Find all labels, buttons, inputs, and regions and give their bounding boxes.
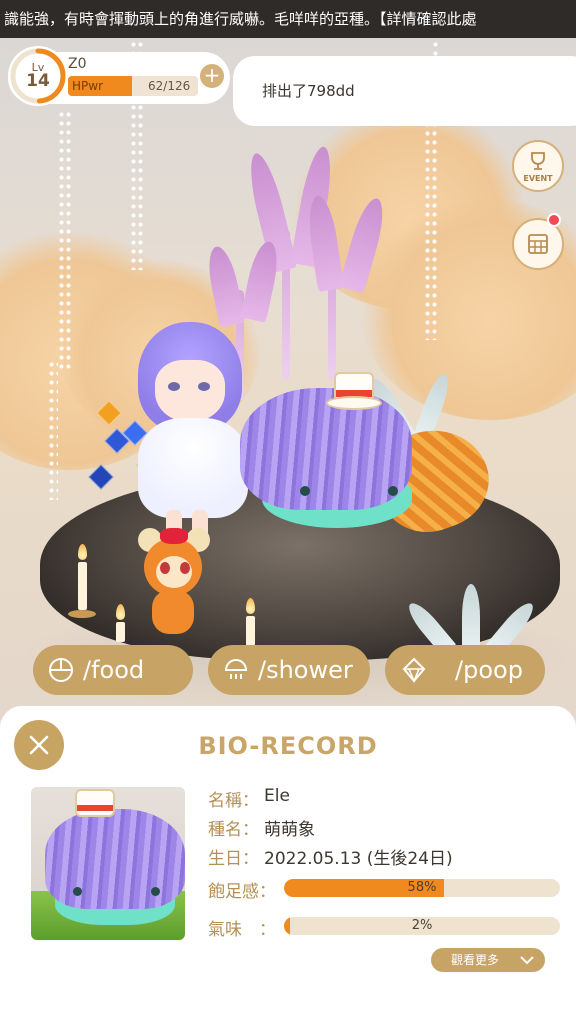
trophy-icon: [531, 151, 545, 170]
bubble-stream: [58, 110, 72, 370]
girl-character-dress: [138, 418, 248, 518]
level-number: 14: [26, 71, 50, 91]
command-shower-button[interactable]: /shower: [208, 645, 370, 695]
agave-leaf: [462, 584, 480, 650]
candle-flame: [246, 598, 255, 614]
news-ticker[interactable]: 識能強，有時會揮動頭上的角進行威嚇。毛咩咩的亞種。【詳情確認此處: [0, 0, 576, 38]
candle: [78, 562, 87, 610]
name-value: Ele: [264, 786, 290, 806]
bubble-stream: [48, 360, 58, 500]
portrait-eye: [151, 887, 160, 896]
panel-title: BIO-RECORD: [198, 732, 378, 760]
species-value: 萌萌象: [264, 820, 315, 840]
poop-icon: [402, 657, 426, 684]
plant-leaf: [240, 239, 283, 323]
monkey-character-body: [152, 590, 194, 634]
satiety-label: 飽足感：: [208, 882, 276, 902]
see-more-button[interactable]: 觀看更多: [431, 948, 545, 972]
portrait-elephant-hair: [45, 809, 185, 909]
top-hat-brim: [326, 396, 382, 410]
name-label: 名稱：: [208, 791, 259, 811]
pet-elephant-hair[interactable]: [240, 388, 412, 510]
command-food-label: /food: [83, 656, 145, 684]
birthday-label: 生日：: [208, 849, 259, 869]
player-name: Z0: [68, 56, 87, 72]
level-badge[interactable]: Lv 14: [8, 46, 68, 106]
smell-percent: 2%: [411, 918, 433, 933]
smell-bar: 2%: [284, 917, 560, 935]
birthday-value: 2022.05.13 (生後24日): [264, 849, 453, 869]
candle-flame: [78, 544, 87, 560]
monkey-eye: [160, 562, 170, 574]
event-button[interactable]: EVENT: [512, 140, 564, 192]
hp-label: HPwr: [72, 79, 104, 93]
portrait-top-hat: [75, 789, 115, 817]
hp-value: 62/126: [148, 79, 191, 93]
command-food-button[interactable]: /food: [33, 645, 193, 695]
pet-eye: [300, 486, 310, 496]
monkey-eye: [180, 562, 190, 574]
command-shower-label: /shower: [258, 656, 353, 684]
pet-portrait: [31, 787, 185, 940]
bubble-stream: [424, 120, 438, 340]
candle-holder: [68, 610, 96, 618]
red-bow: [160, 528, 188, 544]
command-poop-label: /poop: [455, 656, 523, 684]
food-bowl-icon: [49, 658, 73, 682]
shower-icon: [224, 659, 248, 679]
add-hp-button[interactable]: +: [200, 64, 224, 88]
see-more-label: 觀看更多: [451, 953, 500, 967]
portrait-hat-band: [77, 805, 113, 811]
smell-label: 氣味 ：: [208, 920, 276, 940]
satiety-percent: 58%: [407, 880, 437, 895]
chevron-down-icon: [520, 956, 534, 965]
candle: [246, 616, 255, 646]
portrait-eye: [73, 887, 82, 896]
notification-dot: [547, 213, 561, 227]
calendar-icon: [528, 234, 548, 254]
candle: [116, 622, 125, 642]
girl-character-face: [155, 360, 225, 422]
species-label: 種名：: [208, 820, 259, 840]
speech-text: 排出了798dd: [262, 82, 355, 100]
candle-flame: [116, 604, 125, 620]
pet-eye: [388, 486, 398, 496]
girl-eye: [198, 382, 210, 391]
event-label: EVENT: [523, 173, 553, 183]
satiety-bar: 58%: [284, 879, 560, 897]
command-poop-button[interactable]: /poop: [385, 645, 545, 695]
girl-eye: [168, 382, 180, 391]
